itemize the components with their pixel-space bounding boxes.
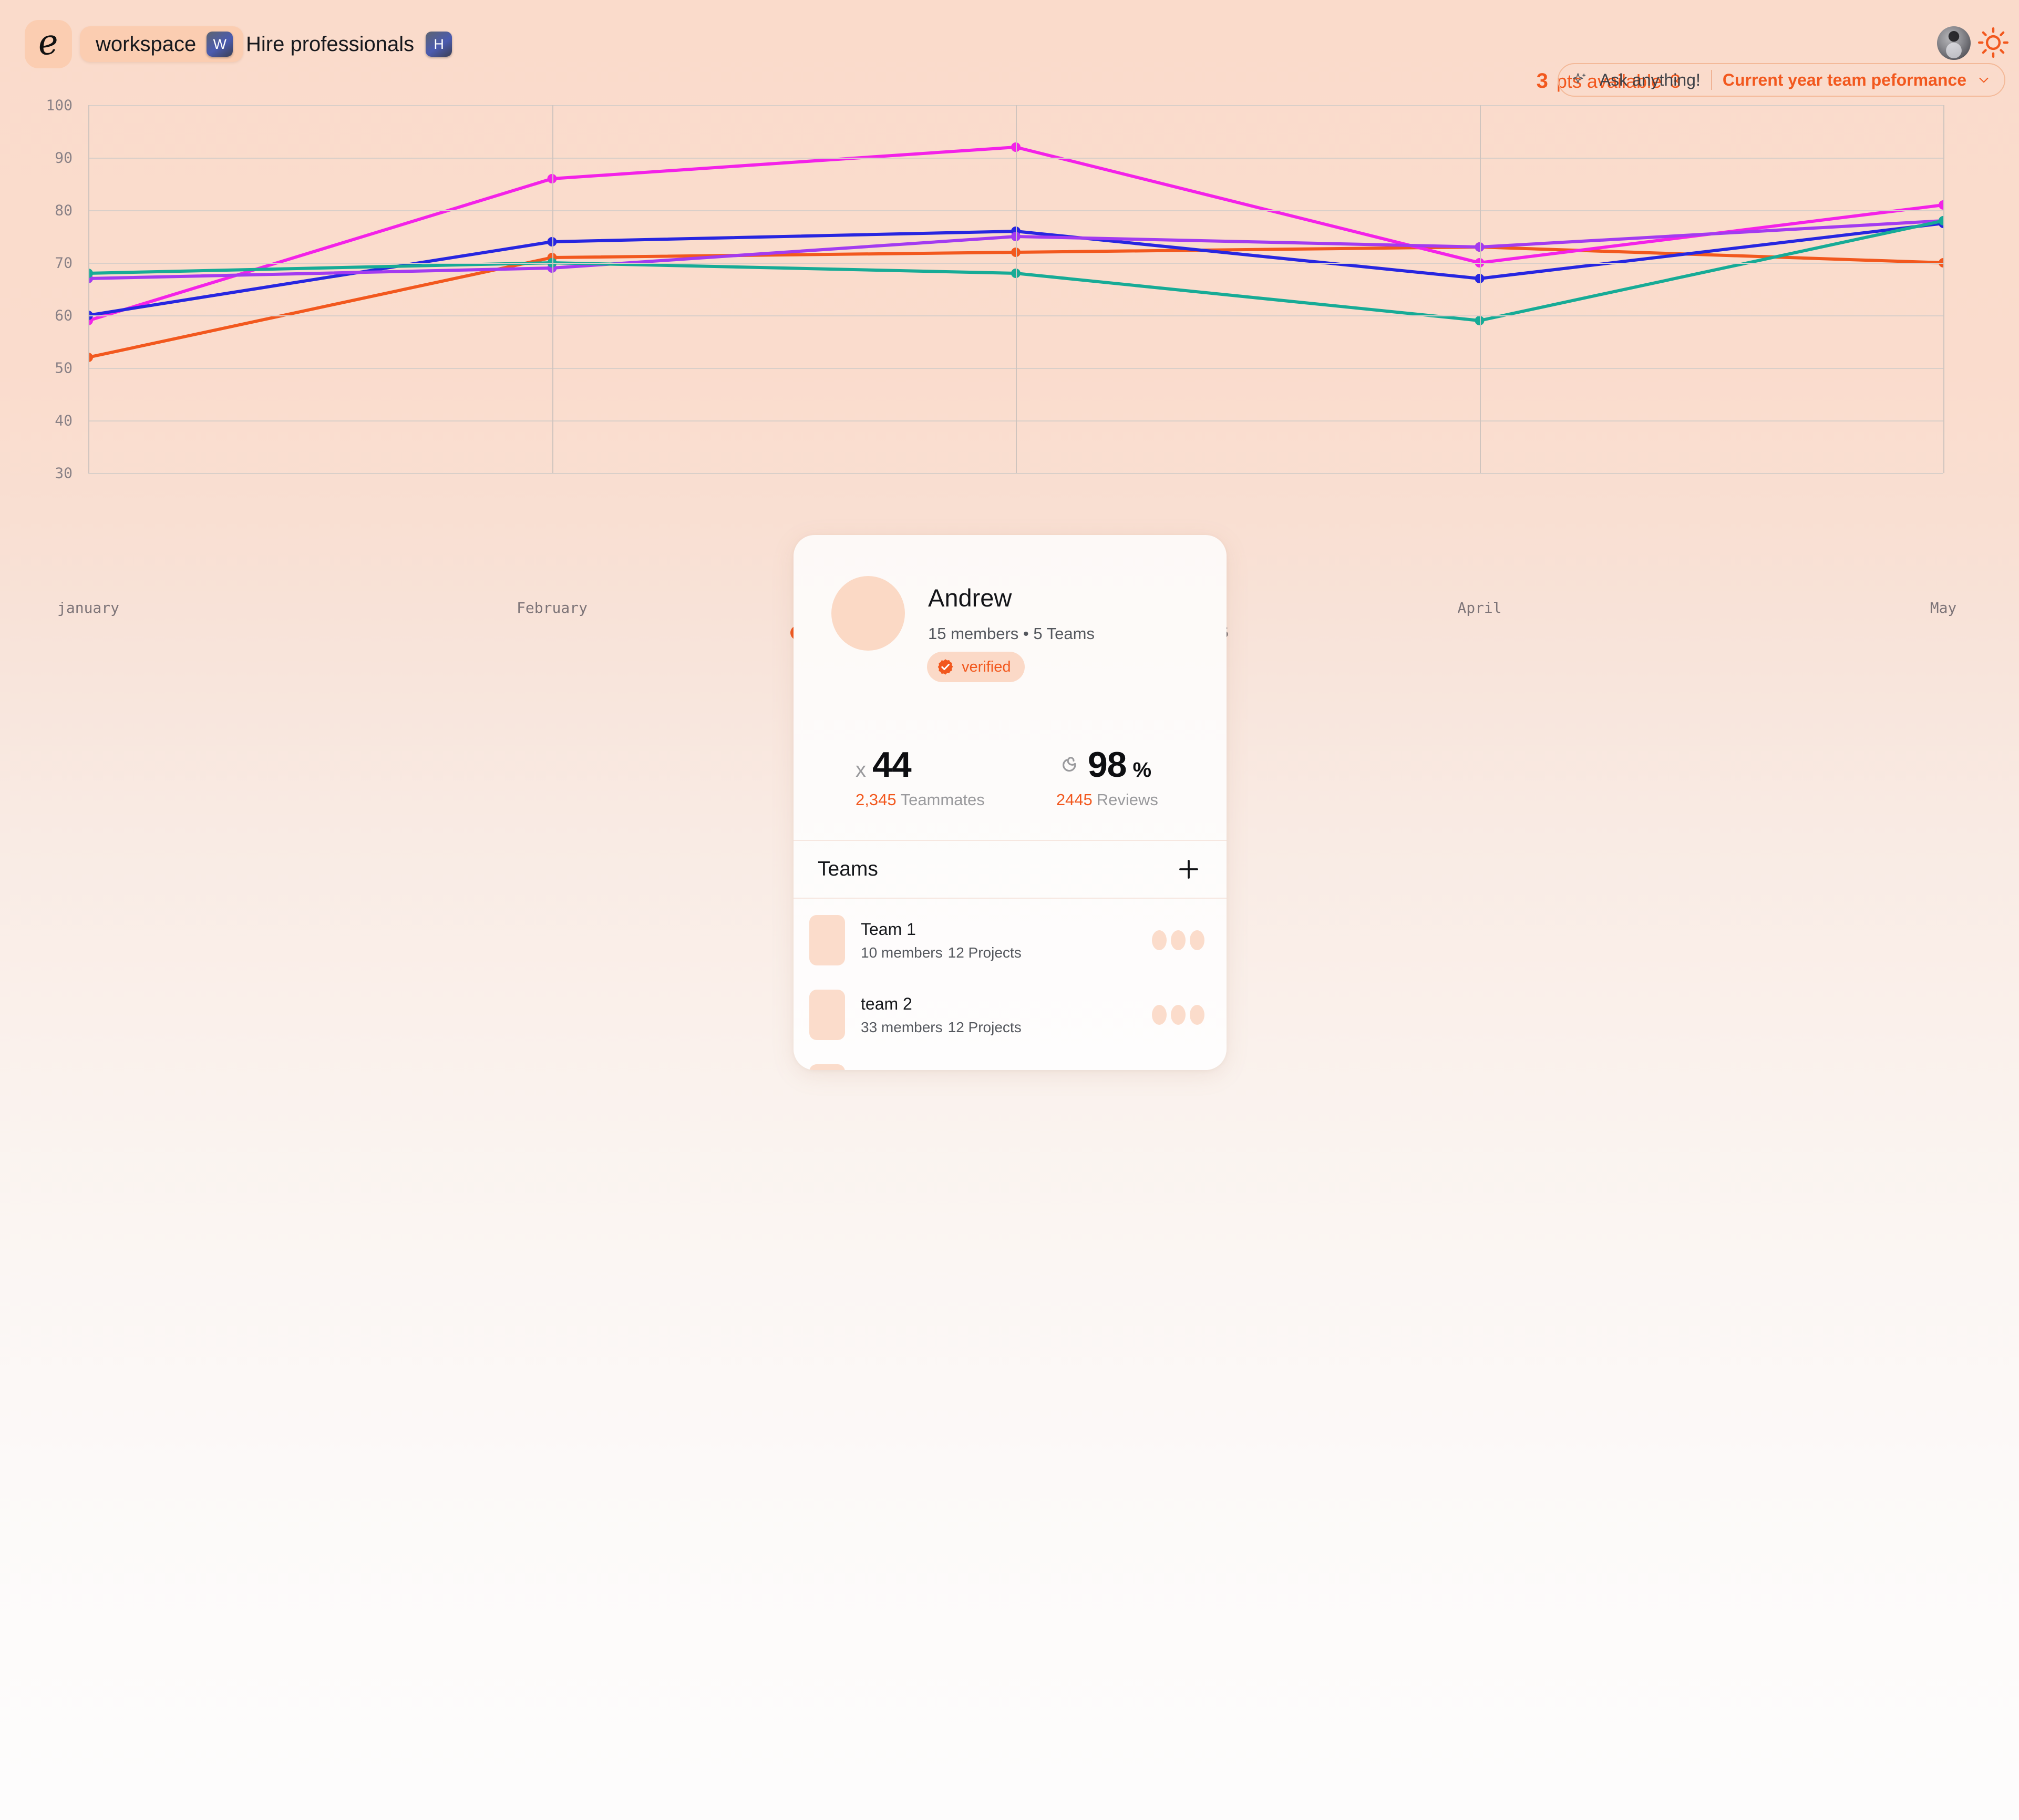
profile-name: Andrew (928, 584, 1012, 612)
x-axis-tick-label: April (1457, 599, 1502, 616)
team-list-item[interactable]: Team 1 10 members 12 Projects (794, 903, 1227, 978)
team-info: team 2 33 members 12 Projects (861, 994, 1152, 1036)
hire-shortcut-key: H (426, 32, 452, 57)
team-member-avatar (1152, 930, 1167, 950)
team-list-item[interactable]: Team 324 members12 Projects (794, 1052, 1227, 1070)
multiply-x-icon: x (856, 758, 866, 782)
report-selector-value[interactable]: Current year team peformance (1723, 70, 1966, 90)
team-meta: 10 members 12 Projects (861, 944, 1152, 961)
light-mode-sun-icon[interactable] (1977, 26, 2010, 59)
teammates-count: 2,345 (856, 790, 897, 809)
team-thumbnail (809, 990, 845, 1040)
team-member-avatar (1190, 1005, 1204, 1025)
points-value: 3 (1536, 69, 1548, 92)
workspace-switcher-button[interactable]: workspace W (80, 26, 244, 62)
chevron-down-icon[interactable] (1977, 73, 1991, 87)
chart-plot-area (84, 105, 1948, 474)
ask-anything-label: Ask anything! (1599, 70, 1701, 89)
team-projects-count: 12 Projects (947, 1019, 1022, 1035)
team-member-avatar (1190, 930, 1204, 950)
team-member-avatar (1171, 1005, 1186, 1025)
sparkle-icon (1572, 73, 1586, 84)
teams-section-header: Teams (794, 841, 1227, 898)
grid-line-vertical (552, 105, 553, 473)
stat-reviews: 98 % 2445 Reviews (1056, 744, 1158, 809)
team-members-count: 33 members (861, 1019, 943, 1035)
cursive-e-logo-icon: e (36, 21, 61, 64)
grid-line-vertical (1016, 105, 1017, 473)
profile-subtitle: 15 members • 5 Teams (928, 624, 1095, 643)
teams-header-divider (794, 898, 1227, 899)
teammates-label: Teammates (900, 790, 985, 809)
teams-list: Team 1 10 members 12 Projects team 2 33 memb… (794, 903, 1227, 1070)
reviews-percent-value: 98 (1087, 745, 1127, 785)
y-axis-tick-label: 90 (55, 149, 73, 167)
grid-line-vertical (88, 105, 89, 473)
workspace-label: workspace (96, 32, 197, 56)
profile-header: Andrew 15 members • 5 Teams verified x 4… (794, 535, 1227, 840)
y-axis-tick-label: 40 (55, 412, 73, 429)
x-axis-tick-label: january (57, 599, 120, 616)
x-axis-tick-label: February (517, 599, 588, 616)
profile-avatar[interactable] (831, 576, 905, 651)
team-member-avatars (1152, 1005, 1204, 1025)
team-thumbnail (809, 915, 845, 965)
teammates-multiplier-value: 44 (872, 745, 912, 785)
reviews-label: Reviews (1096, 790, 1158, 809)
hire-professionals-label: Hire professionals (246, 32, 415, 56)
verified-label: verified (962, 658, 1011, 675)
team-members-count: 10 members (861, 944, 943, 961)
verified-check-icon (938, 659, 953, 675)
y-axis-tick-label: 60 (55, 306, 73, 324)
grid-line-vertical (1943, 105, 1944, 473)
teams-section-title: Teams (818, 858, 878, 880)
spiral-e-icon (1062, 757, 1076, 772)
app-logo-button[interactable]: e (25, 20, 72, 68)
y-axis-tick-label: 30 (55, 464, 73, 482)
verified-badge: verified (927, 652, 1025, 682)
y-axis-tick-label: 80 (55, 201, 73, 219)
add-team-plus-icon[interactable] (1176, 857, 1201, 882)
ask-anything-bar[interactable]: Ask anything! Current year team peforman… (1557, 63, 2005, 97)
profile-card: Andrew 15 members • 5 Teams verified x 4… (794, 535, 1227, 1070)
user-avatar[interactable] (1937, 26, 1971, 60)
profile-stats: x 44 2,345 Teammates 98 % 2445 Reviews (794, 744, 1227, 809)
grid-line-vertical (1479, 105, 1481, 473)
chart-y-axis: 30 40 50 60 70 80 90 100 (0, 97, 79, 482)
hire-professionals-button[interactable]: Hire professionals H (246, 26, 452, 62)
team-member-avatar (1171, 930, 1186, 950)
team-name: team 2 (861, 994, 912, 1013)
grid-line-horizontal (88, 473, 1943, 474)
ask-bar-divider (1711, 70, 1712, 90)
team-info: Team 324 members12 Projects (861, 1069, 1152, 1071)
team-performance-chart: 30405060708090100 januaryFebruaryMarchAp… (0, 97, 2019, 641)
team-list-item[interactable]: team 2 33 members 12 Projects (794, 978, 1227, 1052)
y-axis-tick-label: 100 (46, 96, 73, 114)
reviews-percent-symbol: % (1132, 758, 1152, 782)
team-info: Team 1 10 members 12 Projects (861, 920, 1152, 961)
workspace-shortcut-key: W (207, 32, 233, 57)
team-name: Team 1 (861, 919, 916, 939)
team-projects-count: 12 Projects (947, 944, 1022, 961)
x-axis-tick-label: May (1930, 599, 1957, 616)
team-member-avatars (1152, 930, 1204, 950)
reviews-count: 2445 (1056, 790, 1093, 809)
chart-point[interactable] (1939, 200, 1948, 210)
team-name: Team 3 (861, 1069, 1152, 1071)
team-thumbnail (809, 1064, 845, 1070)
team-member-avatar (1152, 1005, 1167, 1025)
team-meta: 33 members 12 Projects (861, 1019, 1152, 1036)
y-axis-tick-label: 70 (55, 254, 73, 272)
y-axis-tick-label: 50 (55, 359, 73, 377)
stat-teammates: x 44 2,345 Teammates (856, 744, 985, 809)
top-header-bar: e workspace W Hire professionals H 3 pts… (0, 0, 2019, 97)
